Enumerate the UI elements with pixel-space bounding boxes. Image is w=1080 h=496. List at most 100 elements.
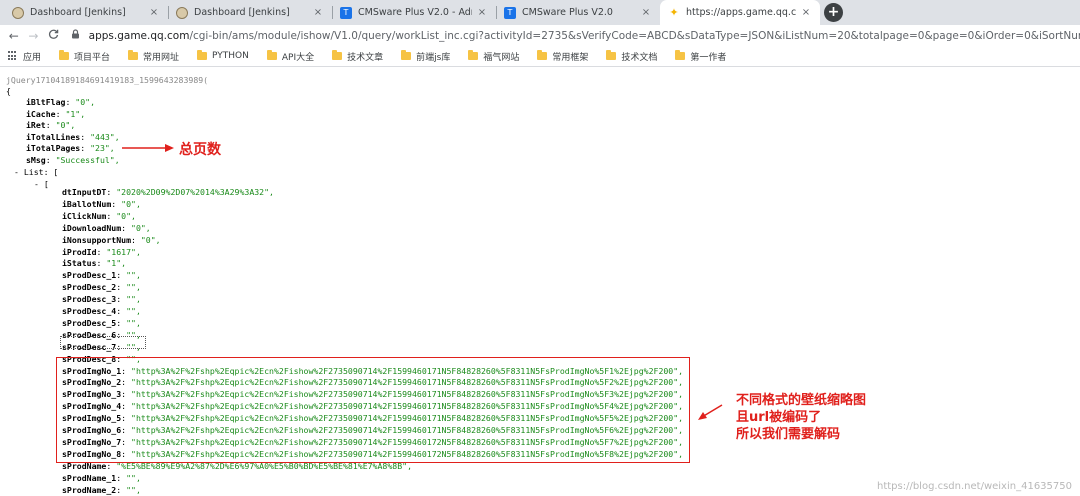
folder-icon: [128, 50, 139, 60]
close-icon[interactable]: ×: [148, 7, 160, 18]
json-value: "",: [126, 472, 141, 483]
forward-icon[interactable]: →: [24, 26, 44, 46]
bookmark-folder[interactable]: API大全: [266, 50, 315, 63]
folder-icon: [537, 50, 548, 60]
list-toggle[interactable]: - List: [: [14, 167, 58, 179]
folder-icon: [468, 50, 479, 60]
json-field-line: iNonsupportNum: "0",: [62, 235, 161, 247]
close-icon[interactable]: ×: [312, 7, 324, 18]
folder-icon: [606, 50, 617, 60]
json-key: sProdDesc_4: [62, 306, 117, 316]
close-icon[interactable]: ×: [476, 7, 488, 18]
tab-title: CMSware Plus V2.0: [522, 7, 613, 18]
annotation-note: 不同格式的壁纸缩略图 且url被编码了 所以我们需要解码: [736, 392, 866, 443]
json-colon: :: [96, 246, 107, 257]
json-value: "0",: [121, 198, 141, 209]
arrow-thumbnails: [698, 404, 723, 420]
json-key: sProdName_1: [62, 472, 117, 483]
bookmark-folder[interactable]: 前端js库: [401, 50, 450, 63]
list-item-toggle[interactable]: - [: [34, 179, 49, 191]
arrow-total-pages: [122, 144, 174, 152]
folder-icon: [59, 50, 70, 60]
qq-icon: ✦: [669, 6, 679, 19]
bookmark-folder[interactable]: 常用框架: [537, 50, 588, 63]
tab-cmsware[interactable]: T CMSware Plus V2.0 ×: [496, 0, 660, 25]
bookmark-label: API大全: [281, 52, 315, 63]
bookmark-folder[interactable]: 福气网站: [468, 50, 519, 63]
tab-cmsware-admin[interactable]: T CMSware Plus V2.0 - Administ ×: [332, 0, 496, 25]
json-colon: :: [65, 97, 76, 107]
json-value: "",: [126, 306, 141, 316]
tab-title: Dashboard [Jenkins]: [30, 7, 126, 18]
bookmark-folder[interactable]: 常用网址: [128, 50, 179, 63]
apps-grid-icon: [8, 51, 18, 61]
url-input[interactable]: apps.game.qq.com/cgi-bin/ams/module/isho…: [89, 30, 1080, 42]
annotation-total-pages: 总页数: [179, 142, 221, 158]
url-path: /cgi-bin/ams/module/ishow/V1.0/query/wor…: [189, 29, 1080, 42]
json-colon: :: [80, 131, 91, 142]
tab-qq-active[interactable]: ✦ https://apps.game.qq.com/cgi ×: [660, 0, 820, 25]
json-key: iTotalPages: [26, 143, 81, 153]
cms-icon: T: [340, 6, 352, 19]
folder-icon: [332, 50, 343, 60]
close-icon[interactable]: ×: [640, 7, 652, 18]
json-key: iCache: [26, 108, 56, 119]
json-field-line: sProdDesc_5: "",: [62, 318, 141, 330]
lock-icon[interactable]: [71, 29, 83, 42]
json-key: sMsg: [26, 154, 46, 165]
bookmark-folder[interactable]: PYTHON: [197, 50, 249, 61]
json-key: sProdDesc_1: [62, 270, 117, 281]
tab-title: Dashboard [Jenkins]: [194, 7, 290, 18]
back-icon[interactable]: ←: [4, 26, 24, 46]
json-colon: :: [80, 143, 91, 153]
watermark: https://blog.csdn.net/weixin_41635750: [876, 481, 1072, 492]
bookmark-apps[interactable]: 应用: [8, 50, 41, 63]
json-value: "2020%2D09%2D07%2014%3A29%3A32",: [116, 187, 274, 197]
json-value: "0",: [75, 97, 96, 107]
json-key: sProdName_2: [62, 484, 117, 495]
json-colon: :: [116, 472, 127, 483]
cms-icon: T: [504, 6, 516, 19]
json-key: iClickNum: [62, 210, 107, 221]
json-key: iStatus: [62, 258, 97, 269]
json-key: sProdDesc_2: [62, 282, 117, 293]
json-value: "0",: [55, 120, 76, 130]
tab-jenkins-2[interactable]: Dashboard [Jenkins] ×: [168, 0, 332, 25]
bookmark-folder[interactable]: 项目平台: [59, 50, 110, 63]
new-tab-button[interactable]: +: [824, 3, 843, 22]
json-field-line: iProdId: "1617",: [62, 247, 141, 259]
json-field-line: sProdName_1: "",: [62, 473, 141, 485]
json-colon: :: [116, 270, 127, 281]
jsonp-callback: jQuery17104189184691419183_1599643283989…: [6, 75, 209, 85]
bookmark-folder[interactable]: 技术文档: [606, 50, 657, 63]
json-field-line: sProdDesc_3: "",: [62, 294, 141, 306]
json-value: "443",: [90, 131, 120, 142]
bookmark-folder[interactable]: 第一作者: [675, 50, 726, 63]
tab-strip: Dashboard [Jenkins] × Dashboard [Jenkins…: [0, 0, 1080, 25]
reload-icon[interactable]: [43, 26, 63, 46]
bookmark-folder[interactable]: 技术文章: [332, 50, 383, 63]
bookmark-label: 技术文档: [621, 52, 658, 63]
highlight-box: [56, 357, 690, 463]
json-colon: :: [106, 210, 117, 221]
json-value: "1",: [65, 108, 86, 119]
json-field-line: dtInputDT: "2020%2D09%2D07%2014%3A29%3A3…: [62, 187, 274, 199]
json-colon: :: [116, 294, 127, 305]
json-field-line: iClickNum: "0",: [62, 211, 136, 223]
folder-icon: [197, 50, 208, 60]
json-value: "1",: [106, 258, 127, 269]
close-icon[interactable]: ×: [800, 7, 812, 18]
json-viewer: jQuery17104189184691419183_1599643283989…: [0, 67, 1080, 496]
json-value: "23",: [90, 143, 115, 153]
json-colon: :: [116, 484, 127, 495]
tab-jenkins-1[interactable]: Dashboard [Jenkins] ×: [4, 0, 168, 25]
json-field-line: iBltFlag: "0",: [26, 97, 95, 109]
json-field-line: iCache: "1",: [26, 109, 85, 121]
url-host: apps.game.qq.com: [88, 29, 190, 42]
json-value: "",: [126, 282, 141, 293]
jenkins-icon: [12, 6, 24, 19]
json-colon: :: [131, 234, 141, 245]
json-colon: :: [55, 108, 66, 119]
bookmark-label: 常用网址: [143, 52, 180, 63]
folder-icon: [675, 50, 686, 60]
